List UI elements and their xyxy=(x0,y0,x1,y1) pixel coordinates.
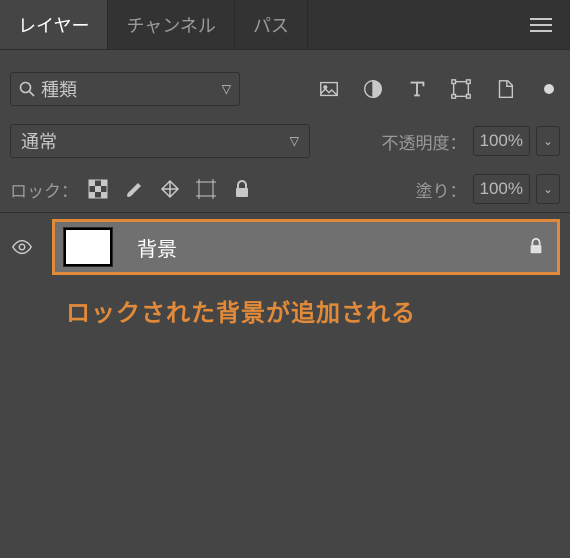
fill-value[interactable]: 100% xyxy=(473,174,530,204)
blend-mode-value: 通常 xyxy=(21,128,57,154)
annotation-text: ロックされた背景が追加される xyxy=(10,275,560,328)
fill-group: 塗り： 100% ⌄ xyxy=(416,174,560,204)
tab-layers[interactable]: レイヤー xyxy=(0,0,108,49)
lock-icons xyxy=(88,179,252,199)
lock-paint-icon[interactable] xyxy=(124,179,144,199)
opacity-value[interactable]: 100% xyxy=(473,126,530,156)
chevron-down-icon: ▽ xyxy=(222,82,231,96)
opacity-label: 不透明度： xyxy=(382,129,467,154)
lock-label: ロック： xyxy=(10,177,78,202)
layer-row[interactable]: 背景 xyxy=(10,219,560,275)
layer-entry-background[interactable]: 背景 xyxy=(52,219,560,275)
blend-mode-select[interactable]: 通常 ▽ xyxy=(10,124,310,158)
lock-artboard-icon[interactable] xyxy=(196,179,216,199)
lock-transparency-icon[interactable] xyxy=(88,179,108,199)
panel-tabbar: レイヤー チャンネル パス xyxy=(0,0,570,50)
tab-paths-label: パス xyxy=(253,12,289,38)
filter-icons xyxy=(318,78,560,100)
opacity-dropdown[interactable]: ⌄ xyxy=(536,126,560,156)
layers-list: 背景 ロックされた背景が追加される xyxy=(0,212,570,328)
lock-position-icon[interactable] xyxy=(160,179,180,199)
opacity-group: 不透明度： 100% ⌄ xyxy=(382,126,560,156)
layer-type-filter[interactable]: 種類 ▽ xyxy=(10,72,240,106)
tab-paths[interactable]: パス xyxy=(235,0,308,49)
lock-row: ロック： 塗り： 100% ⌄ xyxy=(0,166,570,212)
tab-channels[interactable]: チャンネル xyxy=(108,0,234,49)
fill-label: 塗り： xyxy=(416,177,467,202)
filter-row: 種類 ▽ xyxy=(0,50,570,116)
layer-type-filter-label: 種類 xyxy=(41,76,222,102)
lock-icon xyxy=(527,237,545,258)
tab-channels-label: チャンネル xyxy=(126,12,215,38)
filter-toggle-icon[interactable] xyxy=(544,84,554,94)
panel-menu-icon[interactable] xyxy=(512,0,570,49)
filter-shape-icon[interactable] xyxy=(450,78,472,100)
tab-layers-label: レイヤー xyxy=(18,12,89,38)
layer-thumbnail[interactable] xyxy=(63,227,113,267)
blend-row: 通常 ▽ 不透明度： 100% ⌄ xyxy=(0,116,570,166)
fill-dropdown[interactable]: ⌄ xyxy=(536,174,560,204)
visibility-toggle[interactable] xyxy=(10,236,34,258)
lock-all-icon[interactable] xyxy=(232,179,252,199)
layer-name: 背景 xyxy=(137,233,527,262)
chevron-down-icon: ▽ xyxy=(290,134,299,148)
filter-smartobj-icon[interactable] xyxy=(494,78,516,100)
filter-type-icon[interactable] xyxy=(406,78,428,100)
filter-adjust-icon[interactable] xyxy=(362,78,384,100)
filter-pixel-icon[interactable] xyxy=(318,78,340,100)
